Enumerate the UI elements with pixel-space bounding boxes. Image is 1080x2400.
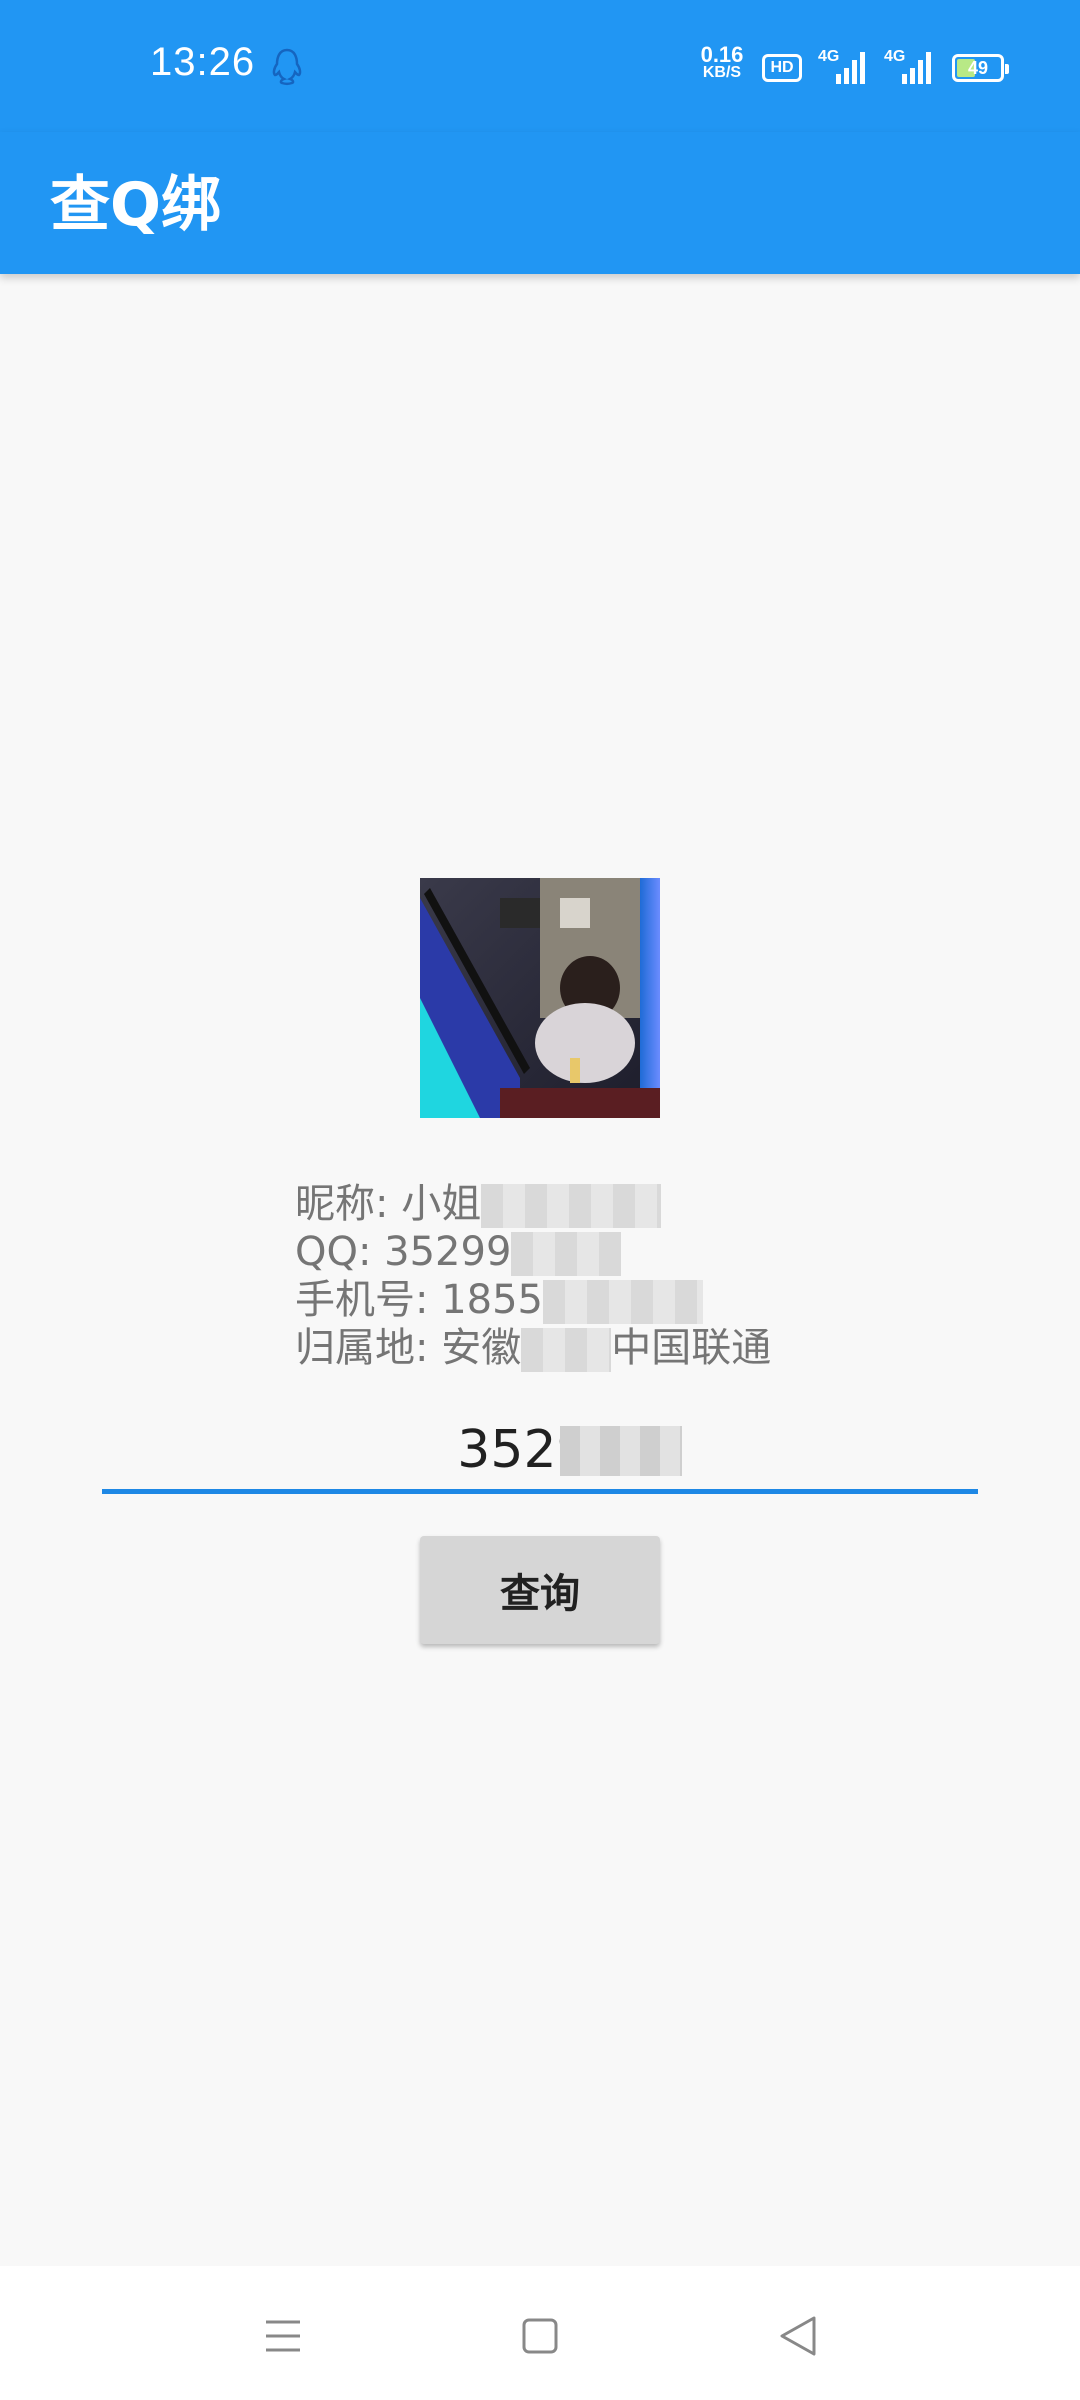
status-bar: 13:26 0.16 KB/S HD 4G 4G 49 [0, 0, 1080, 132]
signal-icon: 4G [818, 48, 866, 88]
redacted-mosaic [560, 1426, 682, 1476]
redacted-mosaic [543, 1280, 703, 1324]
app-bar: 查Q绑 [0, 132, 1080, 274]
phone-line: 手机号: 1855 [295, 1276, 815, 1324]
redacted-mosaic [511, 1232, 622, 1276]
app-title: 查Q绑 [50, 170, 222, 240]
nickname-line: 昵称: 小姐 [295, 1180, 815, 1228]
hd-voice-icon: HD [762, 54, 802, 82]
phone-text: 手机号: 1855 [295, 1277, 543, 1323]
result-info: 昵称: 小姐 QQ: 35299 手机号: 1855 归属地: 安徽 中国联通 [295, 1180, 815, 1372]
battery-level: 49 [967, 58, 989, 78]
carrier-text: 中国联通 [611, 1325, 772, 1371]
qq-text: QQ: 35299 [295, 1229, 512, 1275]
back-icon[interactable] [758, 2296, 838, 2376]
location-text: 归属地: 安徽 [295, 1325, 522, 1371]
menu-icon[interactable] [242, 2296, 322, 2376]
network-speed: 0.16 KB/S [698, 42, 746, 82]
query-button[interactable]: 查询 [420, 1536, 660, 1644]
qq-input[interactable] [102, 1410, 978, 1490]
hd-label: HD [770, 59, 794, 76]
redacted-mosaic [521, 1328, 612, 1372]
home-icon[interactable] [500, 2296, 580, 2376]
qq-query-field[interactable] [102, 1410, 978, 1494]
qq-line: QQ: 35299 [295, 1228, 815, 1276]
network-speed-value: 0.16 [700, 42, 744, 67]
input-underline [102, 1489, 978, 1494]
signal-icon: 4G [884, 48, 932, 88]
location-line: 归属地: 安徽 中国联通 [295, 1324, 815, 1372]
status-time: 13:26 [150, 40, 256, 84]
nickname-text: 昵称: 小姐 [295, 1181, 482, 1227]
avatar [420, 878, 660, 1118]
battery-icon: 49 [952, 54, 1009, 82]
redacted-mosaic [481, 1184, 662, 1228]
qq-notification-icon [272, 48, 302, 85]
navigation-bar [0, 2266, 1080, 2400]
network-speed-unit: KB/S [702, 64, 742, 81]
